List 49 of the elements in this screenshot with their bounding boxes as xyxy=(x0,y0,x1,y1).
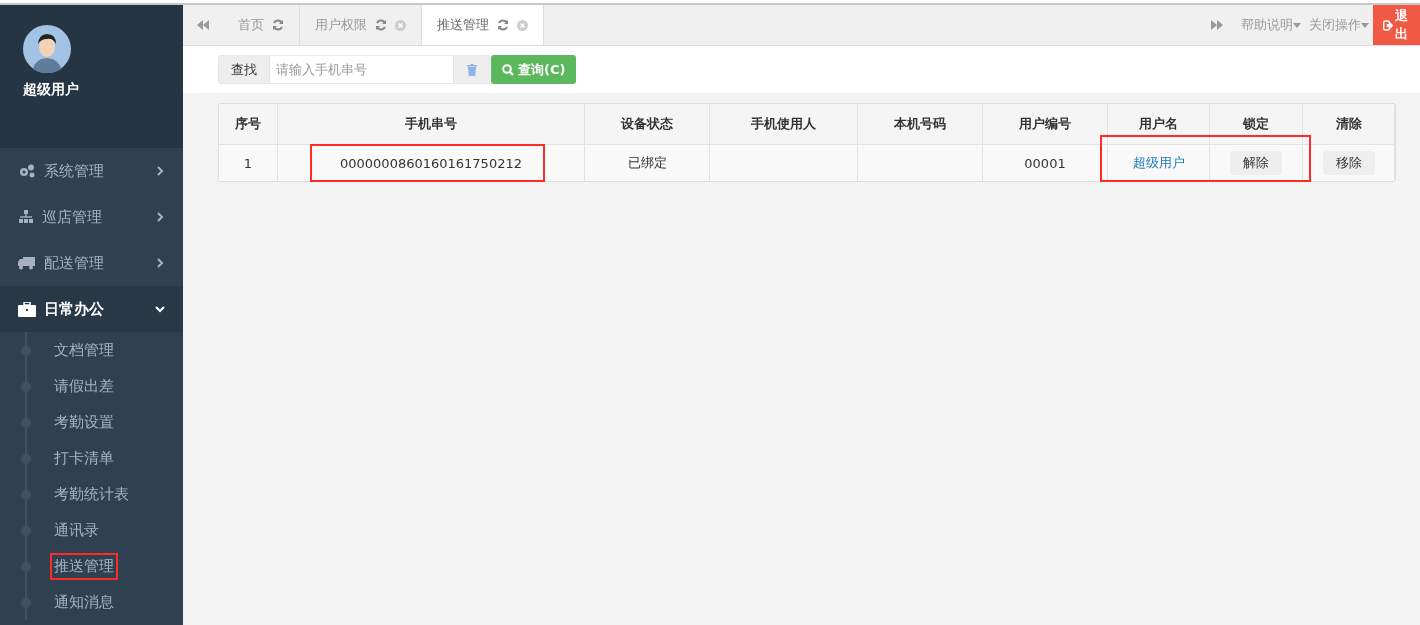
refresh-icon[interactable] xyxy=(497,19,509,31)
gears-icon xyxy=(18,163,36,179)
table-cell: 已绑定 xyxy=(585,145,710,181)
search-field[interactable]: 请输入手机串号 xyxy=(270,55,453,84)
submenu-item[interactable]: 考勤设置 xyxy=(52,410,116,434)
table-cell: 00001 xyxy=(983,145,1108,181)
sitemap-icon xyxy=(18,210,34,224)
trash-icon xyxy=(466,63,477,76)
tab[interactable]: 推送管理 xyxy=(422,5,544,45)
tab[interactable]: 首页 xyxy=(223,5,300,45)
submenu-item[interactable]: 通知消息 xyxy=(52,590,116,614)
caret-icon xyxy=(1361,22,1369,28)
chevron-down-icon xyxy=(155,304,165,314)
action-button[interactable]: 解除 xyxy=(1230,151,1282,175)
clear-button[interactable] xyxy=(453,55,490,84)
menu-item[interactable]: 巡店管理 xyxy=(0,194,183,240)
chevron-right-icon xyxy=(155,166,165,176)
dropdown-menu[interactable]: 帮助说明 xyxy=(1237,5,1305,45)
briefcase-icon xyxy=(18,301,36,317)
avatar-icon xyxy=(23,25,71,73)
chevron-right-icon xyxy=(155,212,165,222)
user-name: 超级用户 xyxy=(23,81,80,99)
double-right-icon[interactable] xyxy=(1211,20,1223,30)
refresh-icon[interactable] xyxy=(375,19,387,31)
sign-out-icon xyxy=(1383,19,1394,31)
submenu-item[interactable]: 推送管理 xyxy=(52,554,116,578)
submenu-item[interactable]: 请假出差 xyxy=(52,374,116,398)
close-icon[interactable] xyxy=(517,19,528,31)
caret-icon xyxy=(1293,22,1301,28)
truck-icon xyxy=(18,256,36,270)
user-link[interactable]: 超级用户 xyxy=(1132,154,1185,172)
double-left-icon[interactable] xyxy=(197,20,209,30)
submenu-item[interactable]: 文档管理 xyxy=(52,338,116,362)
table-cell: 1 xyxy=(219,145,278,181)
search-icon xyxy=(502,63,514,76)
logout-button[interactable]: 退出 xyxy=(1373,5,1420,45)
refresh-icon[interactable] xyxy=(272,19,284,31)
menu-item[interactable]: 日常办公 xyxy=(0,286,183,332)
action-button[interactable]: 移除 xyxy=(1322,151,1375,175)
menu-item[interactable]: 配送管理 xyxy=(0,240,183,286)
submenu-item[interactable]: 打卡清单 xyxy=(52,446,116,470)
dropdown-menu[interactable]: 关闭操作 xyxy=(1305,5,1373,45)
search-label: 查找 xyxy=(218,55,270,84)
table-cell: 0000000860160161750212 xyxy=(278,145,585,181)
chevron-right-icon xyxy=(155,258,165,268)
submenu-item[interactable]: 考勤统计表 xyxy=(52,482,131,506)
menu-item[interactable]: 系统管理 xyxy=(0,148,183,194)
submenu-item[interactable]: 通讯录 xyxy=(52,518,101,542)
close-icon[interactable] xyxy=(395,19,406,31)
